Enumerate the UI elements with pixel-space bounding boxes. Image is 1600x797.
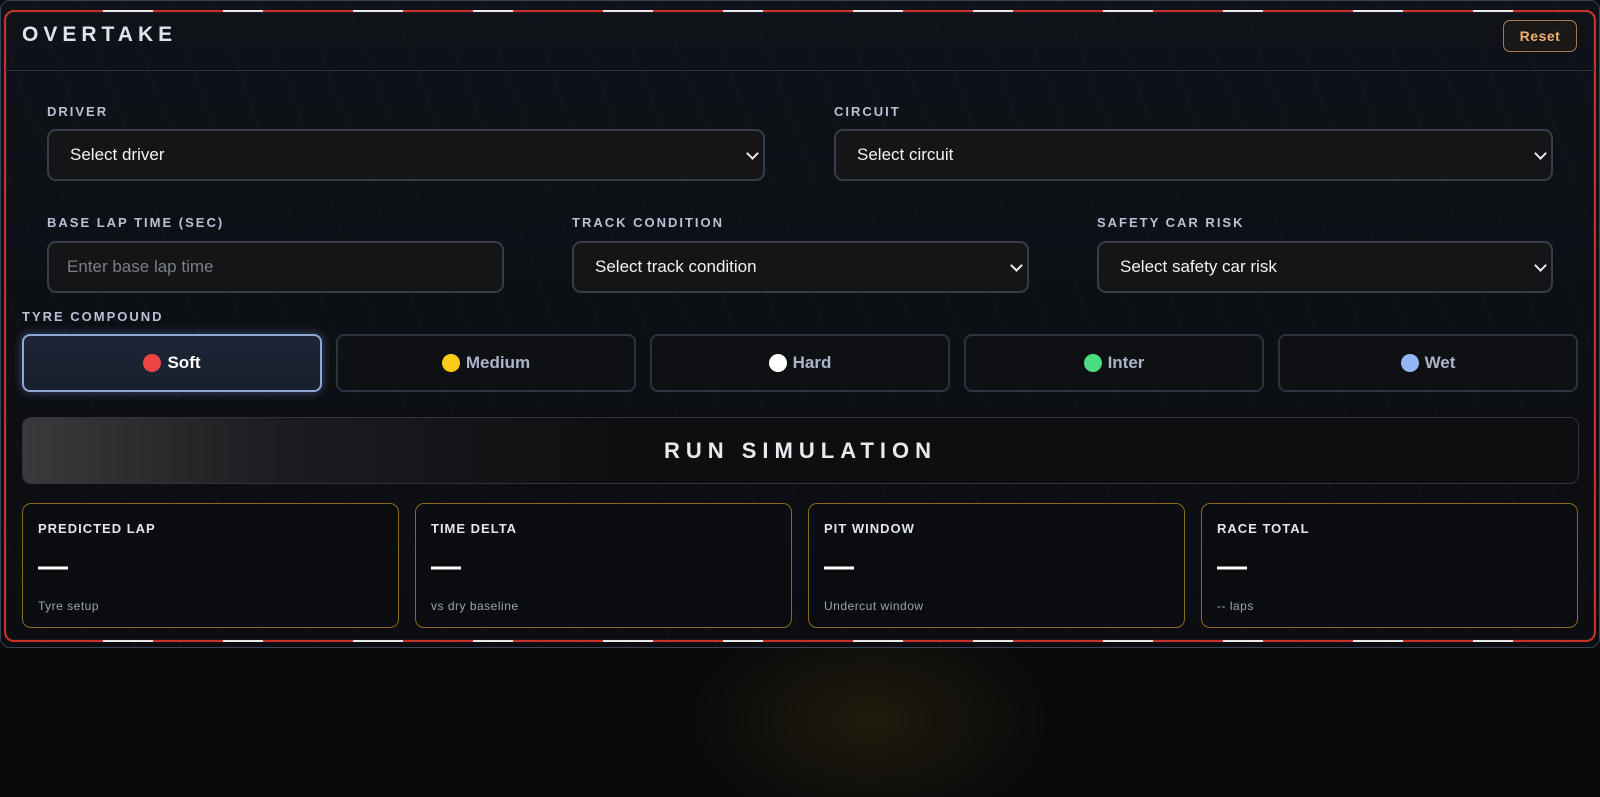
inter-tyre-dot-icon [1083, 354, 1102, 372]
chevron-down-icon [1010, 259, 1023, 272]
soft-tyre-dot-icon [143, 354, 162, 372]
card-subtitle: Tyre setup [38, 599, 100, 613]
circuit-select-value: Select circuit [857, 145, 954, 164]
card-value: — [824, 550, 854, 583]
track-condition-select[interactable]: Select track condition [572, 241, 1029, 293]
safety-car-select[interactable]: Select safety car risk [1097, 241, 1553, 293]
reset-button[interactable]: Reset [1503, 20, 1577, 52]
result-card-time-delta: TIME DELTA — vs dry baseline [415, 503, 792, 628]
run-simulation-button[interactable]: RUN SIMULATION [22, 417, 1579, 484]
kerb-stripe-bottom [13, 640, 1587, 642]
result-card-predicted-lap: PREDICTED LAP — Tyre setup [22, 503, 399, 628]
card-subtitle: vs dry baseline [431, 599, 519, 613]
tyre-option-wet[interactable]: Wet [1278, 334, 1578, 392]
card-subtitle: Undercut window [824, 599, 924, 613]
chevron-down-icon [1534, 147, 1547, 160]
base-lap-placeholder: Enter base lap time [67, 257, 214, 276]
circuit-select[interactable]: Select circuit [834, 129, 1553, 181]
app-panel: OVERTAKE Reset DRIVER Select driver CIRC… [0, 0, 1600, 648]
track-condition-label: TRACK CONDITION [572, 215, 725, 230]
hard-tyre-dot-icon [768, 354, 787, 372]
card-title: PIT WINDOW [824, 521, 915, 536]
safety-car-label: SAFETY CAR RISK [1097, 215, 1245, 230]
result-card-pit-window: PIT WINDOW — Undercut window [808, 503, 1185, 628]
tyre-option-medium[interactable]: Medium [336, 334, 636, 392]
card-value: — [38, 550, 68, 583]
medium-tyre-dot-icon [441, 354, 460, 372]
header-divider [5, 70, 1595, 71]
card-title: TIME DELTA [431, 521, 518, 536]
chevron-down-icon [1534, 259, 1547, 272]
tyre-option-label: Medium [465, 353, 531, 372]
tyre-option-label: Wet [1424, 353, 1456, 372]
chevron-down-icon [746, 147, 759, 160]
base-lap-label: BASE LAP TIME (SEC) [47, 215, 225, 230]
tyre-option-hard[interactable]: Hard [650, 334, 950, 392]
driver-label: DRIVER [47, 104, 109, 119]
wet-tyre-dot-icon [1400, 354, 1419, 372]
track-condition-select-value: Select track condition [595, 257, 757, 276]
card-value: — [1217, 550, 1247, 583]
app-title: OVERTAKE [22, 23, 178, 46]
result-card-race-total: RACE TOTAL — -- laps [1201, 503, 1578, 628]
kerb-stripe-top [13, 10, 1587, 12]
tyre-compound-label: TYRE COMPOUND [22, 309, 164, 324]
tyre-option-inter[interactable]: Inter [964, 334, 1264, 392]
tyre-option-label: Soft [167, 353, 201, 372]
tyre-option-label: Hard [792, 353, 832, 372]
card-value: — [431, 550, 461, 583]
card-subtitle: -- laps [1217, 599, 1254, 613]
card-title: RACE TOTAL [1217, 521, 1310, 536]
safety-car-select-value: Select safety car risk [1120, 257, 1277, 276]
card-title: PREDICTED LAP [38, 521, 156, 536]
tyre-option-label: Inter [1107, 353, 1145, 372]
driver-select[interactable]: Select driver [47, 129, 765, 181]
base-lap-input[interactable]: Enter base lap time [47, 241, 504, 293]
tyre-option-soft[interactable]: Soft [22, 334, 322, 392]
circuit-label: CIRCUIT [834, 104, 901, 119]
driver-select-value: Select driver [70, 145, 165, 164]
